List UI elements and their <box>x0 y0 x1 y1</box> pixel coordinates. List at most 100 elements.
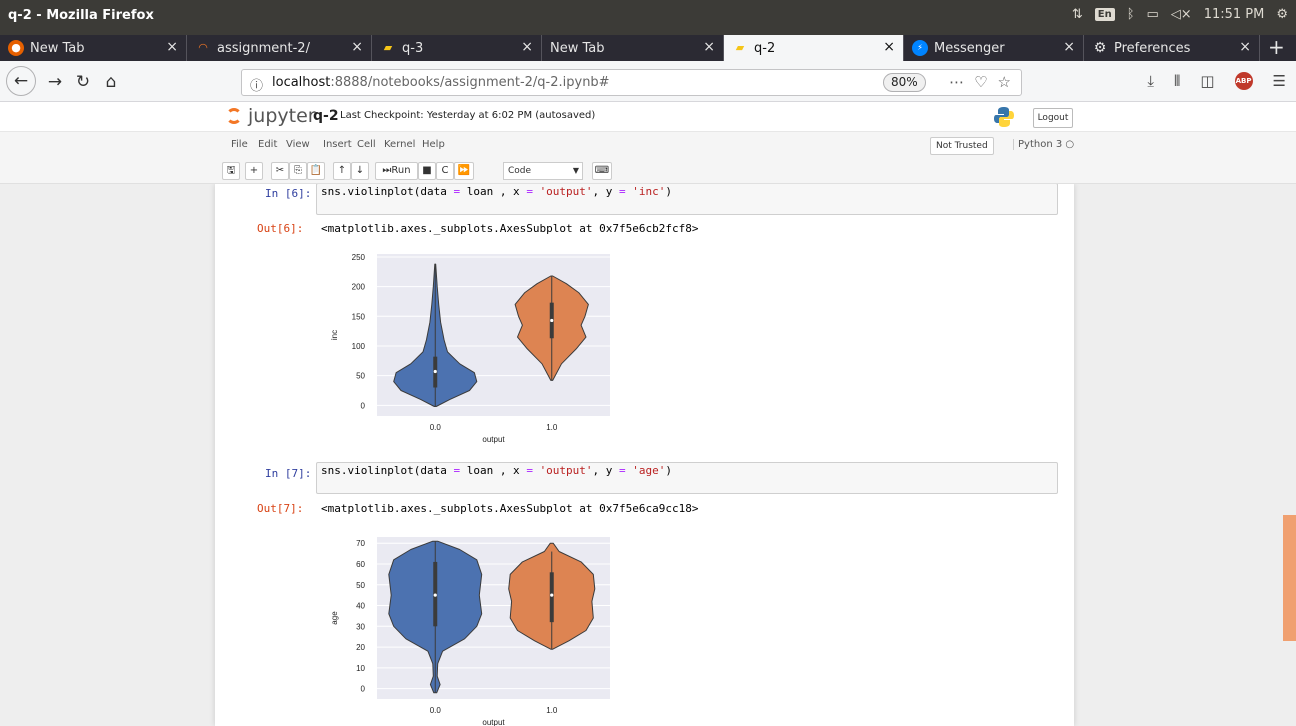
jupyter-logo[interactable]: jupyter <box>226 105 316 127</box>
y-tick-label: 50 <box>356 372 365 381</box>
notebook-icon: ▰ <box>383 41 393 54</box>
tab-new-tab-2[interactable]: New Tab × <box>542 35 724 61</box>
notebook-area: In [6]: sns.violinplot(data = loan , x =… <box>0 184 1296 726</box>
input-prompt: In [7]: <box>265 467 312 480</box>
copy-icon[interactable]: ⎘ <box>289 162 307 180</box>
keyboard-layout[interactable]: En <box>1094 8 1115 21</box>
tab-label: New Tab <box>550 40 605 56</box>
y-tick-label: 30 <box>356 622 365 631</box>
settings-gear-icon[interactable]: ⚙ <box>1276 7 1288 22</box>
command-palette-icon[interactable]: ⌨ <box>592 162 612 180</box>
jupyter-toolbar: 🖫 + ✂ ⎘ 📋 ↑ ↓ ⏭Run ■ C ⏩ Code ▼ ⌨ <box>0 158 1296 184</box>
x-axis-label: output <box>482 718 505 726</box>
forward-button[interactable]: → <box>42 69 68 95</box>
interrupt-icon[interactable]: ■ <box>418 162 436 180</box>
notebook-name[interactable]: q-2 <box>313 108 339 124</box>
close-icon[interactable]: × <box>703 39 715 55</box>
y-tick-label: 60 <box>356 560 365 569</box>
output-text: <matplotlib.axes._subplots.AxesSubplot a… <box>321 502 699 515</box>
downloads-icon[interactable]: ⤓ <box>1147 72 1154 90</box>
close-icon[interactable]: × <box>883 39 895 55</box>
tab-preferences[interactable]: ⚙ Preferences × <box>1084 35 1260 61</box>
move-up-icon[interactable]: ↑ <box>333 162 351 180</box>
library-icon[interactable]: ⫴ <box>1174 72 1180 90</box>
bluetooth-icon[interactable]: ᛒ <box>1127 7 1135 22</box>
menu-edit[interactable]: Edit <box>258 139 277 150</box>
info-icon[interactable]: ⓘ <box>250 75 263 94</box>
close-icon[interactable]: × <box>1063 39 1075 55</box>
cell-type-select[interactable]: Code ▼ <box>503 162 583 180</box>
menu-cell[interactable]: Cell <box>357 139 376 150</box>
url-text[interactable]: localhost:8888/notebooks/assignment-2/q-… <box>272 75 610 90</box>
tab-assignment-2[interactable]: ◠ assignment-2/ × <box>187 35 372 61</box>
output-prompt: Out[7]: <box>257 502 304 515</box>
system-tray: ⇅ En ᛒ ▭ ◁× 11:51 PM ⚙ <box>1072 7 1288 22</box>
notebook-icon: ▰ <box>735 41 745 54</box>
close-icon[interactable]: × <box>351 39 363 55</box>
battery-icon[interactable]: ▭ <box>1147 7 1159 22</box>
violin-median <box>550 318 554 323</box>
logout-button[interactable]: Logout <box>1033 108 1073 128</box>
code-cell[interactable]: sns.violinplot(data = loan , x = 'output… <box>316 184 1058 215</box>
network-icon[interactable]: ⇅ <box>1072 7 1083 22</box>
not-trusted-badge[interactable]: Not Trusted <box>930 137 994 155</box>
x-tick-label: 1.0 <box>546 706 558 715</box>
restart-run-all-icon[interactable]: ⏩ <box>454 162 474 180</box>
menu-file[interactable]: File <box>231 139 248 150</box>
new-tab-button[interactable]: + <box>1260 35 1293 61</box>
sidebar-icon[interactable]: ◫ <box>1200 72 1214 90</box>
tab-messenger[interactable]: ⚡ Messenger × <box>904 35 1084 61</box>
hamburger-menu-icon[interactable]: ☰ <box>1273 72 1286 90</box>
page-actions-icon[interactable]: ⋯ <box>949 73 964 91</box>
menu-kernel[interactable]: Kernel <box>384 139 415 150</box>
os-top-bar: q-2 - Mozilla Firefox ⇅ En ᛒ ▭ ◁× 11:51 … <box>0 0 1296 35</box>
paste-icon[interactable]: 📋 <box>307 162 325 180</box>
tab-new-tab-1[interactable]: ● New Tab × <box>0 35 187 61</box>
url-bar[interactable]: ⓘ localhost:8888/notebooks/assignment-2/… <box>241 69 1022 96</box>
close-icon[interactable]: × <box>166 39 178 55</box>
cut-icon[interactable]: ✂ <box>271 162 289 180</box>
menu-insert[interactable]: Insert <box>323 139 352 150</box>
output-prompt: Out[6]: <box>257 222 304 235</box>
code-cell[interactable]: sns.violinplot(data = loan , x = 'output… <box>316 462 1058 494</box>
y-axis-label: inc <box>330 330 339 340</box>
zoom-level[interactable]: 80% <box>883 73 926 92</box>
y-tick-label: 0 <box>361 685 366 694</box>
jupyter-icon: ◠ <box>198 41 208 54</box>
clock[interactable]: 11:51 PM <box>1204 7 1265 22</box>
adblock-icon[interactable]: ABP <box>1234 72 1253 90</box>
tab-label: assignment-2/ <box>217 40 310 56</box>
tab-label: q-3 <box>402 40 424 56</box>
save-icon[interactable]: 🖫 <box>222 162 240 180</box>
y-tick-label: 150 <box>352 312 366 321</box>
y-axis-label: age <box>330 611 339 625</box>
close-icon[interactable]: × <box>521 39 533 55</box>
violin-median <box>550 593 554 597</box>
move-down-icon[interactable]: ↓ <box>351 162 369 180</box>
jupyter-header: jupyter q-2 Last Checkpoint: Yesterday a… <box>0 102 1296 131</box>
python-logo-icon <box>994 107 1014 127</box>
add-cell-icon[interactable]: + <box>245 162 263 180</box>
firefox-icon: ● <box>8 40 24 56</box>
run-button[interactable]: ⏭Run <box>375 162 418 180</box>
pocket-icon[interactable]: ♡ <box>974 73 987 91</box>
restart-icon[interactable]: C <box>436 162 454 180</box>
y-tick-label: 250 <box>352 253 366 262</box>
bookmark-star-icon[interactable]: ☆ <box>998 73 1011 91</box>
close-icon[interactable]: × <box>1239 39 1251 55</box>
tab-q-3[interactable]: ▰ q-3 × <box>372 35 542 61</box>
menu-help[interactable]: Help <box>422 139 445 150</box>
violin-plot-age: 0 10 20 30 40 50 60 70 0.0 1.0 output age <box>330 537 610 726</box>
menu-view[interactable]: View <box>286 139 310 150</box>
window-title: q-2 - Mozilla Firefox <box>8 8 154 23</box>
home-button[interactable]: ⌂ <box>98 69 124 95</box>
reload-button[interactable]: ↻ <box>70 69 96 95</box>
volume-icon[interactable]: ◁× <box>1171 7 1192 22</box>
back-button[interactable]: ← <box>6 66 36 96</box>
tab-q-2[interactable]: ▰ q-2 × <box>724 35 904 61</box>
kernel-idle-icon: ○ <box>1065 139 1075 150</box>
scrollbar-thumb[interactable] <box>1283 515 1296 641</box>
y-tick-label: 200 <box>352 283 366 292</box>
y-tick-label: 20 <box>356 643 365 652</box>
y-tick-label: 40 <box>356 602 365 611</box>
